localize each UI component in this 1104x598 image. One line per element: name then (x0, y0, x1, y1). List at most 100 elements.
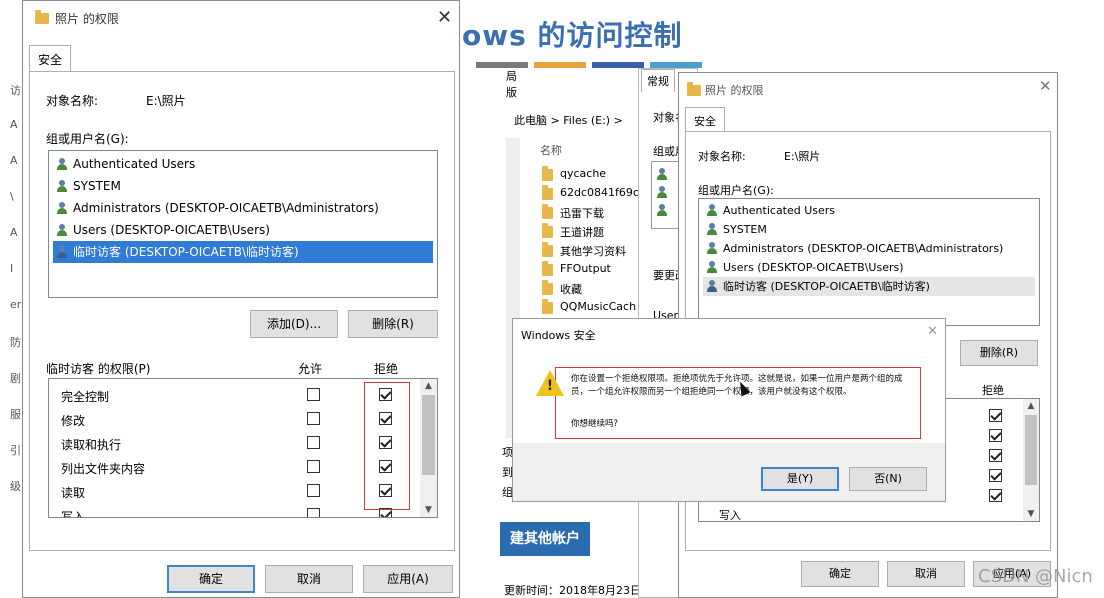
checkbox[interactable] (307, 484, 320, 497)
permissions-scrollbar[interactable]: ▲ ▼ (420, 379, 437, 517)
checkbox[interactable] (307, 388, 320, 401)
scroll-up-icon[interactable]: ▲ (420, 379, 437, 393)
watermark: CSDN @Nicn (978, 566, 1093, 587)
title-bar[interactable]: 照片 的权限 ✕ (679, 73, 1057, 103)
tab-security[interactable]: 安全 (29, 45, 72, 73)
user-list[interactable]: Authenticated Users SYSTEM Administrator… (48, 150, 438, 298)
updated-time: 更新时间：2018年8月23日 (504, 584, 641, 597)
group-users-icon (56, 180, 68, 192)
title-bar[interactable]: 照片 的权限 ✕ (23, 1, 459, 31)
apply-button[interactable]: 应用(A) (363, 565, 453, 593)
folder-name: FFOutput (560, 262, 611, 275)
folder-icon (542, 261, 553, 276)
column-header-name[interactable]: 名称 (540, 142, 562, 158)
edge-glyph: \ (10, 190, 14, 203)
breadcrumb[interactable]: 此电脑 > Files (E:) > (514, 112, 623, 128)
close-icon[interactable]: ✕ (437, 9, 452, 27)
edge-glyph: 访 (10, 84, 21, 97)
ok-button[interactable]: 确定 (801, 561, 879, 587)
edge-glyph: I (10, 262, 14, 275)
scroll-thumb[interactable] (422, 395, 435, 475)
user-list-item[interactable]: Administrators (DESKTOP-OICAETB\Administ… (53, 197, 433, 219)
group-users-icon (56, 202, 68, 214)
permission-name: 读取和执行 (61, 438, 122, 452)
checkbox-checked[interactable] (989, 469, 1002, 482)
scroll-thumb[interactable] (1025, 415, 1037, 485)
user-list-item[interactable]: Administrators (DESKTOP-OICAETB\Administ… (703, 239, 1035, 258)
user-name: SYSTEM (723, 223, 767, 236)
checkbox[interactable] (307, 412, 320, 425)
group-users-icon (56, 224, 68, 236)
user-list[interactable]: Authenticated Users SYSTEM Administrator… (698, 198, 1040, 326)
checkbox[interactable] (307, 508, 320, 517)
user-name: 临时访客 (DESKTOP-OICAETB\临时访客) (723, 280, 930, 293)
permission-name: 列出文件夹内容 (61, 462, 146, 476)
folder-name: 收藏 (560, 283, 582, 296)
permissions-scrollbar[interactable]: ▲ ▼ (1023, 399, 1039, 521)
yes-button[interactable]: 是(Y) (761, 467, 839, 491)
checkbox-checked[interactable] (989, 429, 1002, 442)
permission-name: 修改 (61, 414, 86, 428)
object-name-value: E:\照片 (146, 94, 186, 108)
slide-left-edge-text: 访 A A \ A Ier 防剧服引级 (0, 0, 22, 598)
no-button[interactable]: 否(N) (849, 467, 927, 491)
deny-header: 拒绝 (374, 362, 399, 376)
object-name-label: 对象名称: (698, 150, 746, 163)
cancel-button[interactable]: 取消 (265, 565, 353, 593)
dialog-title: Windows 安全 (521, 329, 596, 342)
checkbox-checked[interactable] (989, 449, 1002, 462)
create-account-button[interactable]: 建其他帐户 (500, 522, 590, 556)
checkbox-checked[interactable] (989, 409, 1002, 422)
folder-name: 迅雷下载 (560, 207, 604, 220)
edge-glyph: A (10, 154, 18, 167)
close-icon[interactable]: ✕ (1039, 79, 1052, 94)
user-list-item[interactable]: Users (DESKTOP-OICAETB\Users) (53, 219, 433, 241)
user-name: Authenticated Users (73, 157, 196, 171)
folder-icon (35, 10, 49, 24)
cancel-button[interactable]: 取消 (887, 561, 965, 587)
folder-name: 62dc0841f69c (560, 186, 639, 199)
user-list-item[interactable]: Authenticated Users (53, 153, 433, 175)
single-user-icon (706, 280, 718, 292)
scroll-down-icon[interactable]: ▼ (420, 503, 437, 517)
group-users-icon (706, 223, 718, 235)
scroll-up-icon[interactable]: ▲ (1023, 399, 1039, 413)
breadcrumb-separator: > (550, 114, 560, 127)
add-button[interactable]: 添加(D)... (250, 310, 338, 338)
tab-security[interactable]: 安全 (685, 107, 725, 134)
groups-label: 组或用户名(G): (46, 132, 129, 146)
checkbox-checked[interactable] (989, 489, 1002, 502)
edge-glyph: 剧 (10, 372, 21, 385)
scroll-down-icon[interactable]: ▼ (1023, 507, 1039, 521)
close-icon[interactable]: ✕ (927, 325, 938, 338)
user-name: Administrators (DESKTOP-OICAETB\Administ… (723, 242, 1004, 255)
permission-name: 写入 (719, 509, 741, 522)
ok-button[interactable]: 确定 (167, 565, 255, 593)
group-users-icon (656, 204, 668, 216)
security-tab-panel: 对象名称: E:\照片 组或用户名(G): Authenticated User… (29, 71, 455, 551)
slide-title: ows 的访问控制 (462, 19, 683, 52)
folder-name: QQMusicCach (560, 300, 637, 313)
group-users-icon (656, 168, 668, 180)
folder-name: qycache (560, 167, 607, 180)
permission-name: 读取 (61, 486, 86, 500)
user-list-item[interactable]: SYSTEM (703, 220, 1035, 239)
remove-button[interactable]: 删除(R) (960, 340, 1038, 366)
edge-glyph: 级 (10, 480, 21, 493)
user-list-item[interactable]: Authenticated Users (703, 201, 1035, 220)
permissions-label: 临时访客 的权限(P) (46, 362, 151, 376)
breadcrumb-item[interactable]: 此电脑 (514, 114, 547, 127)
single-user-icon (56, 246, 68, 258)
user-list-item-selected[interactable]: 临时访客 (DESKTOP-OICAETB\临时访客) (53, 241, 433, 263)
user-list-item[interactable]: Users (DESKTOP-OICAETB\Users) (703, 258, 1035, 277)
checkbox[interactable] (307, 460, 320, 473)
tab-general[interactable]: 常规 (641, 69, 675, 92)
user-list-item[interactable]: SYSTEM (53, 175, 433, 197)
checkbox[interactable] (307, 436, 320, 449)
warning-exclamation: ! (546, 378, 554, 394)
window-title: 照片 的权限 (55, 12, 119, 26)
breadcrumb-item[interactable]: Files (E:) (563, 114, 610, 127)
remove-button[interactable]: 删除(R) (348, 310, 438, 338)
user-name: Authenticated Users (723, 204, 836, 217)
user-list-item-selected[interactable]: 临时访客 (DESKTOP-OICAETB\临时访客) (703, 277, 1035, 296)
